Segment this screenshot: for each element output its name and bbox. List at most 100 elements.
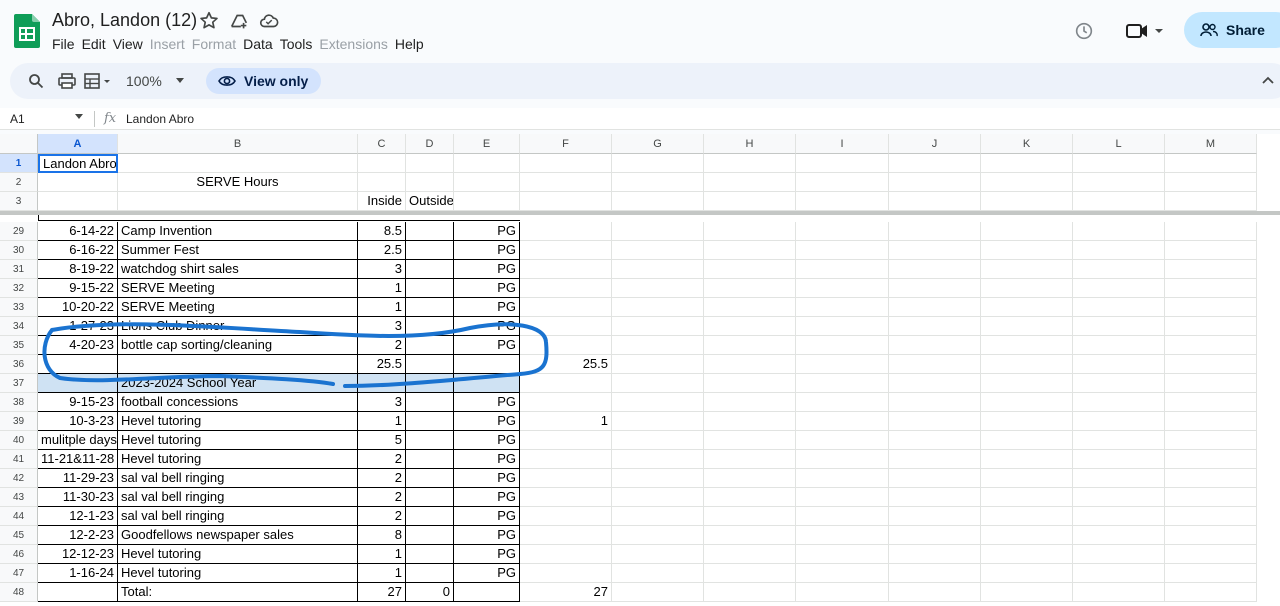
cell-d32[interactable] (406, 279, 454, 298)
cell-a35[interactable]: 4-20-23 (38, 336, 118, 355)
cell-m41[interactable] (1165, 450, 1257, 469)
cell-l35[interactable] (1073, 336, 1165, 355)
cell-b43[interactable]: sal val bell ringing (118, 488, 358, 507)
cell-i48[interactable] (796, 583, 889, 602)
cell-k3[interactable] (981, 192, 1073, 211)
cell-f39[interactable]: 1 (520, 412, 612, 431)
cell-j44[interactable] (889, 507, 981, 526)
row-header-47[interactable]: 47 (0, 564, 38, 583)
cell-k29[interactable] (981, 222, 1073, 241)
column-header-m[interactable]: M (1165, 134, 1257, 154)
cell-c3[interactable]: Inside (358, 192, 406, 211)
cell-l40[interactable] (1073, 431, 1165, 450)
cell-f38[interactable] (520, 393, 612, 412)
cell-h1[interactable] (704, 154, 796, 173)
column-header-e[interactable]: E (454, 134, 520, 154)
sheets-logo-icon[interactable] (14, 14, 40, 48)
cell-f47[interactable] (520, 564, 612, 583)
cell-l31[interactable] (1073, 260, 1165, 279)
cell-k42[interactable] (981, 469, 1073, 488)
cell-j48[interactable] (889, 583, 981, 602)
cell-g41[interactable] (612, 450, 704, 469)
cell-m35[interactable] (1165, 336, 1257, 355)
cell-j2[interactable] (889, 173, 981, 192)
cell-e2[interactable] (454, 173, 520, 192)
cell-d30[interactable] (406, 241, 454, 260)
cell-a29[interactable]: 6-14-22 (38, 222, 118, 241)
cell-i44[interactable] (796, 507, 889, 526)
column-header-i[interactable]: I (796, 134, 889, 154)
chevron-up-icon[interactable] (1262, 76, 1274, 84)
cell-k34[interactable] (981, 317, 1073, 336)
cell-l34[interactable] (1073, 317, 1165, 336)
cell-a40[interactable]: mulitple days (38, 431, 118, 450)
cell-f30[interactable] (520, 241, 612, 260)
cell-i35[interactable] (796, 336, 889, 355)
cell-i40[interactable] (796, 431, 889, 450)
column-header-f[interactable]: F (520, 134, 612, 154)
cell-e36[interactable] (454, 355, 520, 374)
cell-d31[interactable] (406, 260, 454, 279)
cell-i33[interactable] (796, 298, 889, 317)
cell-g3[interactable] (612, 192, 704, 211)
cell-l46[interactable] (1073, 545, 1165, 564)
cell-i32[interactable] (796, 279, 889, 298)
cell-l30[interactable] (1073, 241, 1165, 260)
cell-f45[interactable] (520, 526, 612, 545)
version-history-icon[interactable] (1073, 20, 1095, 42)
cell-c41[interactable]: 2 (358, 450, 406, 469)
cell-h44[interactable] (704, 507, 796, 526)
cell-j38[interactable] (889, 393, 981, 412)
cell-h3[interactable] (704, 192, 796, 211)
cell-g38[interactable] (612, 393, 704, 412)
cell-l1[interactable] (1073, 154, 1165, 173)
row-header-38[interactable]: 38 (0, 393, 38, 412)
cell-e40[interactable]: PG (454, 431, 520, 450)
cell-g34[interactable] (612, 317, 704, 336)
cell-e33[interactable]: PG (454, 298, 520, 317)
cell-b41[interactable]: Hevel tutoring (118, 450, 358, 469)
cell-i34[interactable] (796, 317, 889, 336)
cell-d29[interactable] (406, 222, 454, 241)
cell-a47[interactable]: 1-16-24 (38, 564, 118, 583)
cell-b45[interactable]: Goodfellows newspaper sales (118, 526, 358, 545)
row-header-1[interactable]: 1 (0, 154, 38, 173)
cell-h32[interactable] (704, 279, 796, 298)
cell-d45[interactable] (406, 526, 454, 545)
cell-d46[interactable] (406, 545, 454, 564)
cell-l39[interactable] (1073, 412, 1165, 431)
cell-i46[interactable] (796, 545, 889, 564)
column-header-h[interactable]: H (704, 134, 796, 154)
cell-k30[interactable] (981, 241, 1073, 260)
cell-f31[interactable] (520, 260, 612, 279)
cell-g29[interactable] (612, 222, 704, 241)
cell-d43[interactable] (406, 488, 454, 507)
cell-j43[interactable] (889, 488, 981, 507)
row-header-31[interactable]: 31 (0, 260, 38, 279)
cell-c45[interactable]: 8 (358, 526, 406, 545)
cell-e38[interactable]: PG (454, 393, 520, 412)
cell-j39[interactable] (889, 412, 981, 431)
cell-h47[interactable] (704, 564, 796, 583)
cell-c1[interactable] (358, 154, 406, 173)
cell-m31[interactable] (1165, 260, 1257, 279)
cell-h29[interactable] (704, 222, 796, 241)
column-header-k[interactable]: K (981, 134, 1073, 154)
cell-g35[interactable] (612, 336, 704, 355)
cell-e47[interactable]: PG (454, 564, 520, 583)
cell-f42[interactable] (520, 469, 612, 488)
cell-k47[interactable] (981, 564, 1073, 583)
cell-g37[interactable] (612, 374, 704, 393)
share-button[interactable]: Share (1184, 12, 1280, 48)
cell-k38[interactable] (981, 393, 1073, 412)
cell-f29[interactable] (520, 222, 612, 241)
cell-h33[interactable] (704, 298, 796, 317)
cell-k1[interactable] (981, 154, 1073, 173)
cell-k41[interactable] (981, 450, 1073, 469)
star-icon[interactable] (198, 10, 220, 32)
cell-f37[interactable] (520, 374, 612, 393)
menu-file[interactable]: File (52, 36, 82, 52)
row-header-35[interactable]: 35 (0, 336, 38, 355)
cell-c37[interactable] (358, 374, 406, 393)
cell-g30[interactable] (612, 241, 704, 260)
